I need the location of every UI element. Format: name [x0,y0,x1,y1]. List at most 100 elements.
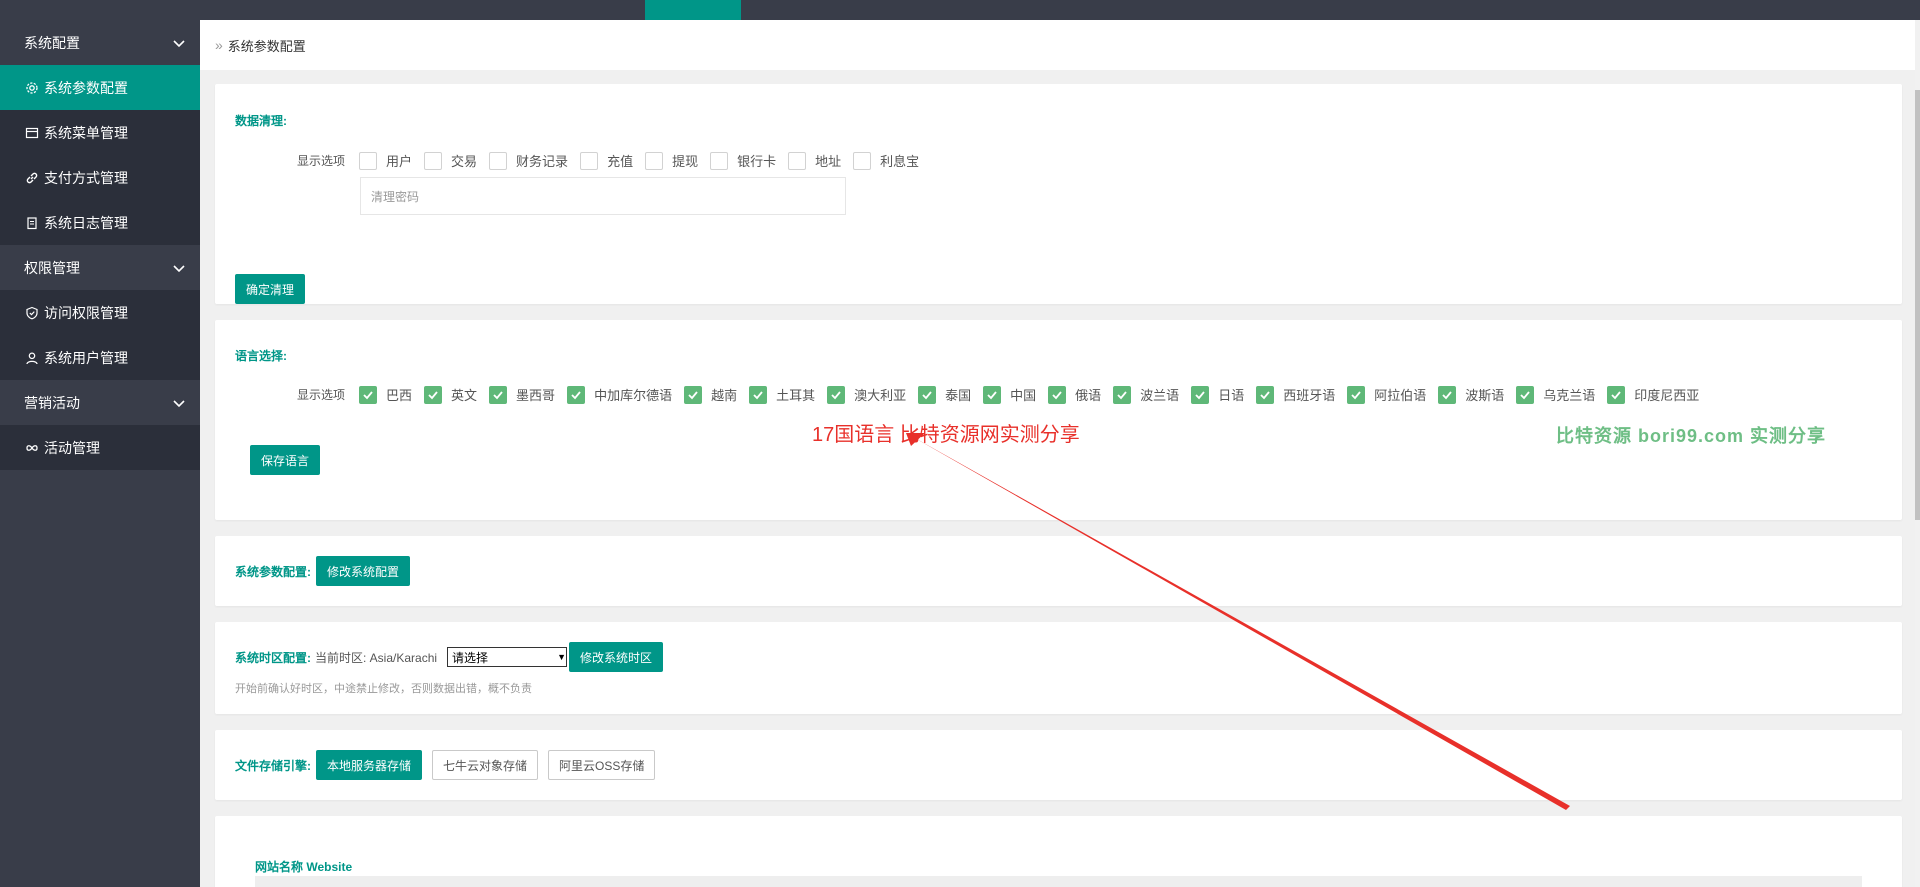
sidebar-group-system-config[interactable]: 系统配置 [0,20,200,65]
sidebar-item-label: 活动管理 [44,439,100,456]
check-icon [987,390,997,399]
checkbox-box[interactable] [489,151,508,170]
checkbox-checked[interactable] [1438,385,1457,404]
lang-checkbox[interactable]: 波兰语 [1113,385,1179,404]
sidebar-group-permission[interactable]: 权限管理 [0,245,200,290]
edit-timezone-button[interactable]: 修改系统时区 [569,642,664,672]
breadcrumb-current: 系统参数配置 [227,38,306,54]
checkbox-checked[interactable] [827,385,846,404]
checkbox-box[interactable] [580,151,599,170]
checkbox-checked[interactable] [567,385,586,404]
sidebar-item-payment-manage[interactable]: 支付方式管理 [0,155,200,200]
current-timezone: 当前时区: Asia/Karachi [315,650,438,665]
checkbox-checked[interactable] [1347,385,1366,404]
sidebar-item-label: 支付方式管理 [44,169,128,186]
checkbox-label: 俄语 [1075,388,1102,403]
lang-checkbox[interactable]: 泰国 [918,385,971,404]
sidebar-item-log-manage[interactable]: 系统日志管理 [0,200,200,245]
checkbox-label: 越南 [711,388,738,403]
scrollbar[interactable] [1915,20,1920,887]
top-nav-tab[interactable] [210,0,240,20]
lang-checkbox[interactable]: 印度尼西亚 [1607,385,1699,404]
checkbox-checked[interactable] [489,385,508,404]
checkbox-box[interactable] [359,151,378,170]
sidebar-group-label: 营销活动 [24,394,80,411]
checkbox-address[interactable]: 地址 [788,151,841,170]
checkbox-checked[interactable] [1113,385,1132,404]
lang-checkbox[interactable]: 中加库尔德语 [567,385,672,404]
lang-checkbox[interactable]: 俄语 [1048,385,1101,404]
confirm-clear-button[interactable]: 确定清理 [235,274,306,304]
checkbox-box[interactable] [645,151,664,170]
checkbox-checked[interactable] [684,385,703,404]
lang-checkbox[interactable]: 阿拉伯语 [1347,385,1426,404]
checkbox-checked[interactable] [1607,385,1626,404]
checkbox-checked[interactable] [1256,385,1275,404]
lang-checkbox[interactable]: 波斯语 [1438,385,1504,404]
lang-checkbox[interactable]: 英文 [424,385,477,404]
sidebar: 系统配置 系统参数配置 系统菜单管理 支付方式管理 系统日志管理 权限管理 访问… [0,20,200,887]
checkbox-label: 波斯语 [1465,388,1505,403]
checkbox-box[interactable] [710,151,729,170]
scrollbar-thumb[interactable] [1915,90,1920,520]
lang-checkbox[interactable]: 巴西 [359,385,412,404]
sidebar-item-menu-manage[interactable]: 系统菜单管理 [0,110,200,155]
checkbox-checked[interactable] [1048,385,1067,404]
top-nav-tab[interactable] [40,0,110,20]
timezone-select[interactable]: 请选择 ▼ [447,647,568,667]
checkbox-bankcard[interactable]: 银行卡 [710,151,776,170]
lang-checkbox[interactable]: 越南 [684,385,737,404]
website-input[interactable] [255,876,1862,887]
lang-checkbox[interactable]: 澳大利亚 [827,385,906,404]
timezone-row: 系统时区配置: 当前时区: Asia/Karachi 请选择 ▼ 修改系统时区 [235,642,664,672]
checkbox-user[interactable]: 用户 [359,151,412,170]
top-nav-icon[interactable] [1600,0,1630,20]
checkbox-checked[interactable] [359,385,378,404]
checkbox-interest[interactable]: 利息宝 [853,151,919,170]
checkbox-recharge[interactable]: 充值 [580,151,633,170]
checkbox-finance[interactable]: 财务记录 [489,151,568,170]
sidebar-item-access-manage[interactable]: 访问权限管理 [0,290,200,335]
checkbox-checked[interactable] [1191,385,1210,404]
checkbox-checked[interactable] [983,385,1002,404]
checkbox-trade[interactable]: 交易 [424,151,477,170]
checkbox-label: 土耳其 [776,388,816,403]
sidebar-group-marketing[interactable]: 营销活动 [0,380,200,425]
checkbox-checked[interactable] [749,385,768,404]
sidebar-item-system-params[interactable]: 系统参数配置 [0,65,200,110]
storage-qiniu-button[interactable]: 七牛云对象存储 [432,750,539,780]
table-icon [24,125,39,140]
sidebar-item-activity-manage[interactable]: 活动管理 [0,425,200,470]
check-icon [1442,390,1452,399]
storage-aliyun-button[interactable]: 阿里云OSS存储 [548,750,656,780]
system-params-card: 系统参数配置: 修改系统配置 [215,536,1902,606]
checkbox-checked[interactable] [918,385,937,404]
checkbox-label: 充值 [607,154,634,169]
checkbox-label: 中国 [1010,388,1037,403]
top-nav-tab-active[interactable] [645,0,741,20]
edit-system-config-button[interactable]: 修改系统配置 [316,556,411,586]
checkbox-checked[interactable] [424,385,443,404]
lang-checkbox[interactable]: 土耳其 [749,385,815,404]
top-nav-tab[interactable] [450,0,520,20]
clipboard-icon [24,215,39,230]
save-language-button[interactable]: 保存语言 [250,445,321,475]
sidebar-item-label: 系统用户管理 [44,349,128,366]
checkbox-box[interactable] [788,151,807,170]
checkbox-checked[interactable] [1516,385,1535,404]
checkbox-withdraw[interactable]: 提现 [645,151,698,170]
top-nav-tab[interactable] [270,0,340,20]
sidebar-item-user-manage[interactable]: 系统用户管理 [0,335,200,380]
lang-checkbox[interactable]: 中国 [983,385,1036,404]
storage-local-button[interactable]: 本地服务器存储 [316,750,423,780]
system-params-row: 系统参数配置: 修改系统配置 [235,556,411,586]
lang-checkbox[interactable]: 乌克兰语 [1516,385,1595,404]
lang-checkbox[interactable]: 日语 [1191,385,1244,404]
chevron-down-icon [173,399,185,407]
checkbox-box[interactable] [424,151,443,170]
lang-checkbox[interactable]: 墨西哥 [489,385,555,404]
lang-checkbox[interactable]: 西班牙语 [1256,385,1335,404]
clear-password-input[interactable]: 清理密码 [360,177,846,215]
checkbox-box[interactable] [853,151,872,170]
annotation-text: 17国语言 比特资源网实测分享 [812,424,1080,446]
